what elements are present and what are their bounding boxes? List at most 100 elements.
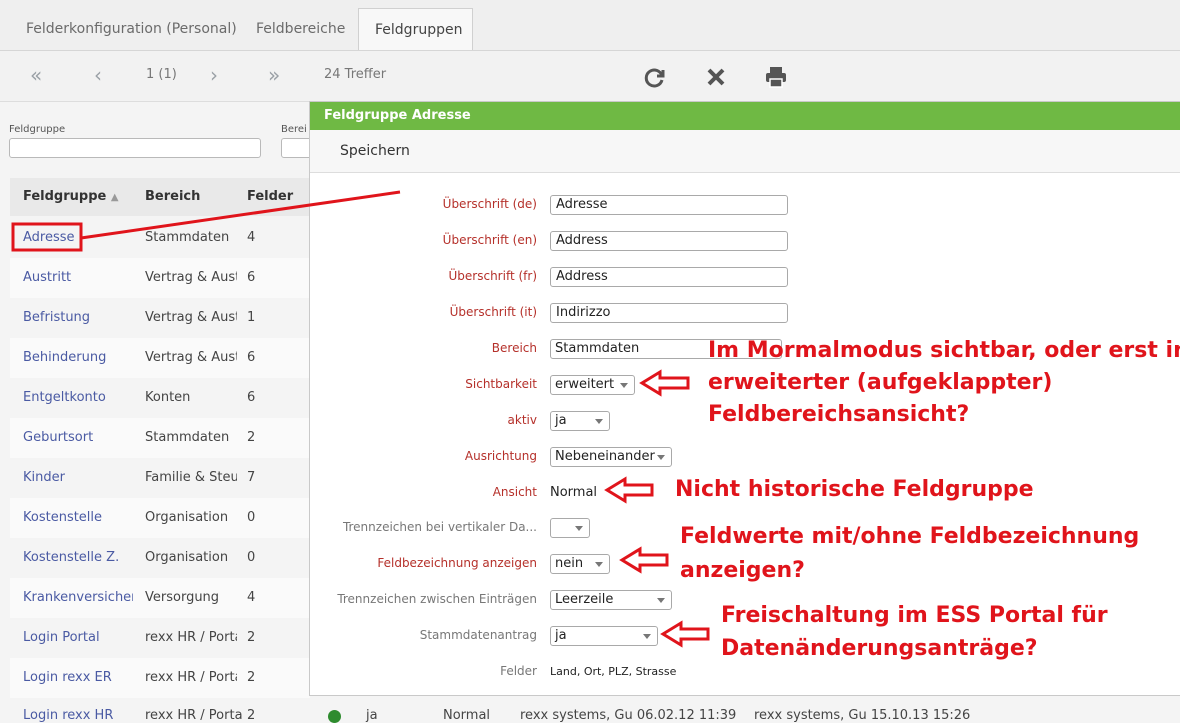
first-page-icon[interactable]: « — [30, 63, 42, 87]
table-row[interactable]: Login rexx ER rexx HR / Porta 2 — [10, 658, 310, 698]
table-row[interactable]: Kinder Familie & Steue 7 — [10, 458, 310, 498]
row-bereich-cell: Stammdaten — [145, 430, 230, 445]
table-row[interactable]: Befristung Vertrag & Aust 1 — [10, 298, 310, 338]
row-felder-cell: 6 — [247, 350, 256, 365]
ueberschrift-de-input[interactable]: Adresse — [550, 195, 788, 215]
table-row[interactable]: Austritt Vertrag & Aust 6 — [10, 258, 310, 298]
row-feldgruppe-cell[interactable]: Login rexx ER — [23, 658, 133, 698]
feldbezeichnung-value: nein — [555, 556, 584, 571]
table-row[interactable]: Krankenversichert Versorgung 4 — [10, 578, 310, 618]
row-felder-cell: 4 — [247, 230, 256, 245]
annotation-sichtbarkeit-line2: erweiterter (aufgeklappter) — [708, 370, 1053, 395]
column-header-feldgruppe[interactable]: Feldgruppe ▲ — [23, 178, 119, 217]
status-dot-icon — [328, 710, 341, 723]
label-feldbezeichnung: Feldbezeichnung anzeigen — [377, 556, 537, 570]
ueberschrift-it-input[interactable]: Indirizzo — [550, 303, 788, 323]
aktiv-select[interactable]: ja — [550, 411, 610, 431]
row-bereich-cell: Vertrag & Aust — [145, 270, 237, 285]
close-icon[interactable] — [704, 65, 728, 89]
table-row[interactable]: Kostenstelle Organisation 0 — [10, 498, 310, 538]
chevron-down-icon — [643, 634, 651, 639]
column-header-bereich[interactable]: Bereich — [145, 178, 200, 216]
print-icon[interactable] — [764, 65, 788, 89]
row-felder-cell: 7 — [247, 470, 256, 485]
label-stammdatenantrag: Stammdatenantrag — [419, 628, 537, 642]
row-felder-cell: 6 — [247, 390, 256, 405]
feldbezeichnung-select[interactable]: nein — [550, 554, 610, 574]
annotation-sichtbarkeit-line3: Feldbereichsansicht? — [708, 402, 970, 427]
label-ueberschrift-fr: Überschrift (fr) — [448, 269, 538, 283]
label-ueberschrift-de: Überschrift (de) — [442, 197, 537, 211]
table-row[interactable]: Entgeltkonto Konten 6 — [10, 378, 310, 418]
dialog-toolbar: Speichern — [310, 130, 1180, 173]
table-row[interactable]: Login Portal rexx HR / Porta 2 — [10, 618, 310, 658]
filter-bereich-label: Berei — [281, 124, 307, 135]
filter-feldgruppe-label: Feldgruppe — [9, 124, 66, 135]
trennzeichen-eintraege-value: Leerzeile — [555, 592, 614, 607]
table-row[interactable]: Geburtsort Stammdaten 2 — [10, 418, 310, 458]
chevron-down-icon — [657, 455, 665, 460]
row-feldgruppe-cell[interactable]: Kostenstelle Z. — [23, 538, 133, 578]
row-bereich-cell: rexx HR / Porta — [145, 630, 237, 645]
row-bereich-cell: Vertrag & Aust — [145, 350, 237, 365]
table-row[interactable]: Adresse Stammdaten 4 — [10, 218, 310, 258]
row-bereich-cell: Versorgung — [145, 590, 220, 605]
grid-header: Feldgruppe ▲ Bereich Felder — [10, 178, 310, 216]
table-row[interactable]: Behinderung Vertrag & Aust 6 — [10, 338, 310, 378]
row-feldgruppe-cell[interactable]: Geburtsort — [23, 418, 133, 458]
annotation-feldbezeichnung-line1: Feldwerte mit/ohne Feldbezeichnung — [680, 524, 1140, 549]
filter-feldgruppe-input[interactable] — [9, 138, 261, 158]
sichtbarkeit-select[interactable]: erweitert — [550, 375, 635, 395]
row-feldgruppe-cell[interactable]: Kinder — [23, 458, 133, 498]
row-bereich-cell: rexx HR / Porta — [145, 670, 237, 685]
chevron-down-icon — [575, 526, 583, 531]
hit-count: 24 Treffer — [324, 67, 387, 82]
row-feldgruppe-cell[interactable]: Login Portal — [23, 618, 133, 658]
row-felder-cell: 0 — [247, 550, 256, 565]
row-bereich-cell: Konten — [145, 390, 191, 405]
trennzeichen-vertikal-select[interactable] — [550, 518, 590, 538]
trennzeichen-eintraege-select[interactable]: Leerzeile — [550, 590, 672, 610]
label-ansicht: Ansicht — [492, 485, 537, 499]
table-row[interactable]: Kostenstelle Z. Organisation 0 — [10, 538, 310, 578]
row-felder-cell: 1 — [247, 310, 256, 325]
ueberschrift-en-input[interactable]: Address — [550, 231, 788, 251]
label-ueberschrift-en: Überschrift (en) — [442, 233, 537, 247]
dialog-title: Feldgruppe Adresse — [310, 102, 1180, 130]
annotation-stammdatenantrag-line2: Datenänderungsanträge? — [721, 636, 1038, 661]
row-bereich-cell: Familie & Steue — [145, 470, 237, 485]
row-feldgruppe-cell[interactable]: Austritt — [23, 258, 133, 298]
chevron-down-icon — [595, 419, 603, 424]
tab-feldbereiche[interactable]: Feldbereiche — [240, 8, 361, 50]
row-felder-cell: 4 — [247, 590, 256, 605]
row-feldgruppe-cell[interactable]: Entgeltkonto — [23, 378, 133, 418]
label-aktiv: aktiv — [507, 413, 537, 427]
annotation-ansicht: Nicht historische Feldgruppe — [675, 477, 1034, 502]
refresh-icon[interactable] — [643, 65, 667, 89]
save-button[interactable]: Speichern — [340, 143, 410, 159]
page-indicator: 1 (1) — [146, 67, 177, 82]
row-feldgruppe-cell[interactable]: Krankenversichert — [23, 578, 133, 618]
column-header-felder[interactable]: Felder — [247, 178, 293, 216]
ausrichtung-value: Nebeneinander — [555, 449, 655, 464]
aktiv-value: ja — [555, 413, 567, 428]
ausrichtung-select[interactable]: Nebeneinander — [550, 447, 672, 467]
next-page-icon[interactable]: › — [210, 63, 218, 87]
last-page-icon[interactable]: » — [268, 63, 280, 87]
row-felder-cell: 6 — [247, 270, 256, 285]
chevron-down-icon — [657, 598, 665, 603]
row-feldgruppe-cell[interactable]: Befristung — [23, 298, 133, 338]
row-feldgruppe-cell[interactable]: Kostenstelle — [23, 498, 133, 538]
annotation-sichtbarkeit-line1: Im Mormalmodus sichtbar, oder erst in — [708, 338, 1180, 363]
tab-feldgruppen[interactable]: Feldgruppen — [358, 8, 473, 50]
prev-page-icon[interactable]: ‹ — [94, 63, 102, 87]
row-feldgruppe-cell[interactable]: Adresse — [23, 218, 133, 258]
chevron-down-icon — [595, 562, 603, 567]
row-feldgruppe-cell[interactable]: Behinderung — [23, 338, 133, 378]
tab-bar: Felderkonfiguration (Personal) Feldberei… — [0, 0, 1180, 51]
sichtbarkeit-value: erweitert — [555, 377, 615, 392]
stammdatenantrag-select[interactable]: ja — [550, 626, 658, 646]
ueberschrift-fr-input[interactable]: Address — [550, 267, 788, 287]
row-felder-cell: 2 — [247, 430, 256, 445]
tab-felderkonfiguration[interactable]: Felderkonfiguration (Personal) — [10, 8, 253, 50]
